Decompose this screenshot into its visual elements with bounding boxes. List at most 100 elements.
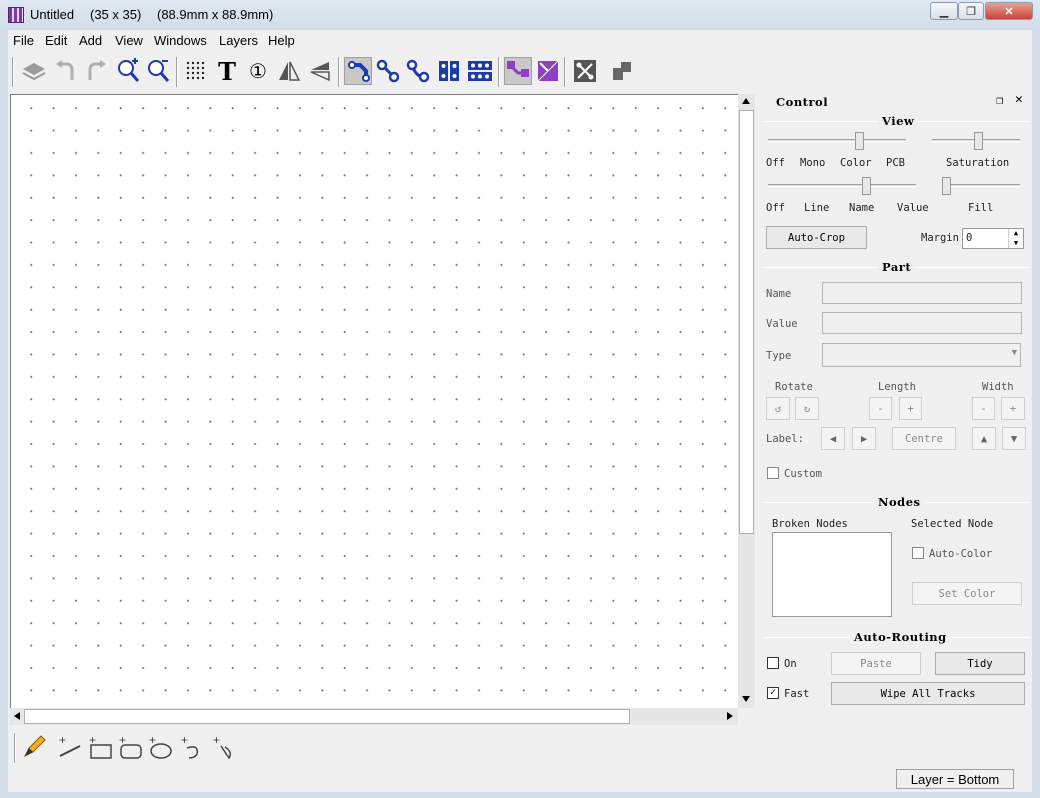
tidy-button[interactable]: Tidy: [935, 652, 1025, 675]
margin-spinbox[interactable]: 0 ▲ ▼: [962, 228, 1024, 249]
saturation-slider[interactable]: [974, 132, 983, 150]
paste-button[interactable]: Paste: [831, 652, 921, 675]
wipe-all-tracks-button[interactable]: Wipe All Tracks: [831, 682, 1025, 705]
fast-checkbox[interactable]: ✓: [767, 687, 779, 699]
custom-label: Custom: [784, 468, 822, 480]
grid-icon[interactable]: [182, 57, 210, 85]
grid-size: (35 x 35): [90, 7, 142, 22]
view-label-pcb: PCB: [886, 157, 905, 169]
spin-up-icon[interactable]: ▲: [1008, 229, 1023, 238]
menu-file[interactable]: File: [13, 33, 34, 48]
label-position-label: Label:: [766, 433, 804, 445]
track-mode-icon[interactable]: [344, 57, 372, 85]
board-canvas[interactable]: [10, 94, 738, 708]
copper-fill-icon[interactable]: [608, 57, 636, 85]
flip-horizontal-icon[interactable]: [275, 57, 303, 85]
add-ellipse-icon[interactable]: +: [146, 733, 174, 761]
rotate-ccw-button[interactable]: ↺: [766, 397, 790, 420]
length-minus-button[interactable]: -: [869, 397, 892, 420]
horizontal-scrollbar[interactable]: [10, 708, 738, 725]
text-icon[interactable]: T: [213, 57, 241, 86]
label-up-button[interactable]: ▲: [972, 427, 996, 450]
vertical-scrollbar[interactable]: [738, 94, 755, 708]
close-button[interactable]: ✕: [985, 2, 1033, 20]
autocrop-button[interactable]: Auto-Crop: [766, 226, 867, 249]
menu-windows[interactable]: Windows: [154, 33, 207, 48]
layers-icon[interactable]: [20, 57, 48, 85]
route-curve-icon[interactable]: [404, 57, 432, 85]
rotate-label: Rotate: [775, 381, 813, 393]
diagonal-route-icon[interactable]: [504, 57, 532, 85]
toolbar: T ①: [8, 53, 1032, 91]
set-color-button[interactable]: Set Color: [912, 582, 1022, 605]
scroll-up-icon[interactable]: [742, 98, 750, 104]
zoom-in-icon[interactable]: [114, 57, 142, 85]
minimize-button[interactable]: ▁: [930, 2, 958, 20]
menu-layers[interactable]: Layers: [219, 33, 258, 48]
bottom-toolbar: + + + + + +: [8, 728, 1032, 792]
rotate-cw-button[interactable]: ↻: [795, 397, 819, 420]
length-plus-button[interactable]: +: [899, 397, 922, 420]
scroll-right-icon[interactable]: [727, 712, 733, 720]
add-rectangle-icon[interactable]: +: [86, 733, 114, 761]
label-mode-name: Name: [849, 202, 875, 214]
flip-vertical-icon[interactable]: [306, 57, 334, 85]
undo-icon[interactable]: [52, 57, 80, 85]
pencil-icon[interactable]: [20, 733, 48, 761]
redo-icon[interactable]: [82, 57, 110, 85]
fill-slider[interactable]: [942, 177, 951, 195]
purple-route-icon[interactable]: [534, 57, 562, 85]
scroll-down-icon[interactable]: [742, 696, 750, 702]
pin-number-icon[interactable]: ①: [244, 57, 272, 85]
svg-text:+: +: [59, 734, 66, 747]
maximize-button[interactable]: ❐: [958, 2, 984, 20]
broken-nodes-list[interactable]: [772, 532, 892, 617]
menu-edit[interactable]: Edit: [45, 33, 67, 48]
spin-down-icon[interactable]: ▼: [1008, 239, 1023, 248]
close-panel-icon[interactable]: ✕: [1015, 92, 1023, 107]
stripboard-icon[interactable]: [435, 57, 463, 85]
add-line-icon[interactable]: +: [56, 733, 84, 761]
menu-help[interactable]: Help: [268, 33, 295, 48]
connections-icon[interactable]: [571, 57, 599, 85]
length-label: Length: [878, 381, 916, 393]
veroboard-icon[interactable]: [466, 57, 494, 85]
zoom-out-icon[interactable]: [144, 57, 172, 85]
part-section-header: Part: [764, 260, 1030, 274]
fill-track: [942, 184, 1020, 187]
width-plus-button[interactable]: +: [1001, 397, 1025, 420]
float-panel-icon[interactable]: ❐: [996, 93, 1003, 107]
view-mode-slider[interactable]: [855, 132, 864, 150]
view-label-mono: Mono: [800, 157, 826, 169]
svg-text:+: +: [119, 734, 126, 747]
autoroute-on-checkbox[interactable]: [767, 657, 779, 669]
part-type-select[interactable]: ▼: [822, 343, 1021, 367]
nodes-section-title: Nodes: [874, 495, 925, 509]
route-icon[interactable]: [374, 57, 402, 85]
svg-text:+: +: [181, 734, 188, 747]
scroll-left-icon[interactable]: [14, 712, 20, 720]
layer-status: Layer = Bottom: [896, 769, 1014, 789]
add-arc-icon[interactable]: +: [178, 733, 206, 761]
view-section-title: View: [878, 114, 919, 128]
label-centre-button[interactable]: Centre: [892, 427, 956, 450]
menu-view[interactable]: View: [115, 33, 143, 48]
label-left-button[interactable]: ◀: [821, 427, 845, 450]
add-rounded-rect-icon[interactable]: +: [116, 733, 144, 761]
part-name-field[interactable]: [822, 282, 1022, 304]
label-right-button[interactable]: ▶: [852, 427, 876, 450]
part-value-field[interactable]: [822, 312, 1022, 334]
rotate-cw-icon: ↻: [803, 402, 811, 415]
scroll-thumb-horizontal[interactable]: [24, 709, 630, 724]
add-segment-icon[interactable]: +: [210, 733, 238, 761]
autocolor-checkbox[interactable]: [912, 547, 924, 559]
menu-add[interactable]: Add: [79, 33, 102, 48]
triangle-down-icon: ▼: [1010, 432, 1018, 445]
label-down-button[interactable]: ▼: [1002, 427, 1026, 450]
margin-label: Margin: [921, 232, 959, 244]
custom-checkbox[interactable]: [767, 467, 779, 479]
label-mode-slider[interactable]: [862, 177, 871, 195]
width-minus-button[interactable]: -: [972, 397, 995, 420]
width-label: Width: [982, 381, 1014, 393]
scroll-thumb-vertical[interactable]: [739, 110, 754, 534]
